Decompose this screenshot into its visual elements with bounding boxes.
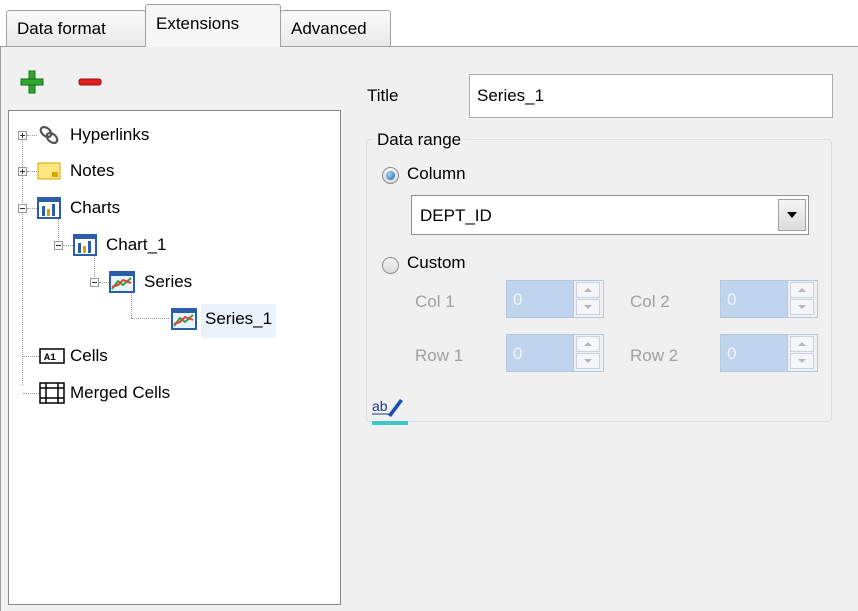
column-select-value: DEPT_ID xyxy=(420,206,492,225)
plus-icon[interactable] xyxy=(19,69,45,95)
custom-radio-label[interactable]: Custom xyxy=(407,253,466,273)
tab-extensions-label: Extensions xyxy=(156,14,240,33)
tab-data-format-label: Data format xyxy=(17,19,106,38)
spin-down-icon[interactable] xyxy=(790,353,814,369)
hyperlink-icon xyxy=(39,125,59,145)
title-label: Title xyxy=(367,86,399,105)
row1-spin-buttons xyxy=(573,335,603,371)
tree-item-label: Merged Cells xyxy=(70,383,171,402)
tree-item-series[interactable]: Series xyxy=(9,267,339,297)
series-properties-panel: Title Data range Column DEPT_ID Custom C… xyxy=(345,47,858,611)
note-icon xyxy=(37,162,61,180)
extensions-tree[interactable]: Hyperlinks Notes Charts Chart_1 Series S… xyxy=(8,110,341,605)
chart-icon xyxy=(73,234,97,256)
spin-down-icon[interactable] xyxy=(790,299,814,315)
tree-item-cells[interactable]: A1 Cells xyxy=(9,341,339,371)
row2-spin-buttons xyxy=(787,335,817,371)
chevron-down-icon[interactable] xyxy=(778,199,806,231)
expand-icon[interactable] xyxy=(18,167,27,176)
row2-value: 0 xyxy=(727,344,737,363)
column-radio-label[interactable]: Column xyxy=(407,164,466,184)
tab-extensions[interactable]: Extensions xyxy=(145,4,281,47)
col1-spinner[interactable]: 0 xyxy=(506,280,604,318)
column-radio[interactable] xyxy=(382,167,399,184)
series-icon xyxy=(109,271,135,293)
tree-item-label: Series xyxy=(144,272,193,291)
spin-up-icon[interactable] xyxy=(576,282,600,298)
spin-down-icon[interactable] xyxy=(576,299,600,315)
data-range-legend: Data range xyxy=(373,130,466,150)
spin-up-icon[interactable] xyxy=(790,282,814,298)
spin-up-icon[interactable] xyxy=(790,336,814,352)
tab-advanced-label: Advanced xyxy=(291,19,367,38)
title-input[interactable] xyxy=(469,74,833,118)
tree-item-hyperlinks[interactable]: Hyperlinks xyxy=(9,120,339,150)
expand-icon[interactable] xyxy=(18,131,27,140)
custom-radio[interactable] xyxy=(382,257,399,274)
extensions-list-panel: Hyperlinks Notes Charts Chart_1 Series S… xyxy=(0,47,345,611)
col2-spinner[interactable]: 0 xyxy=(720,280,818,318)
row1-label: Row 1 xyxy=(415,346,464,365)
tree-item-label: Cells xyxy=(70,346,108,365)
tree-item-notes[interactable]: Notes xyxy=(9,156,339,186)
col2-label: Col 2 xyxy=(630,292,670,311)
svg-text:ab: ab xyxy=(372,398,388,414)
row1-value: 0 xyxy=(513,344,523,363)
tree-item-label: Notes xyxy=(70,161,115,180)
series-icon xyxy=(171,308,197,330)
col1-label: Col 1 xyxy=(415,292,455,311)
tree-item-merged-cells[interactable]: Merged Cells xyxy=(9,378,339,408)
tree-item-charts[interactable]: Charts xyxy=(9,193,339,223)
row1-spinner[interactable]: 0 xyxy=(506,334,604,372)
tree-item-label: Charts xyxy=(70,198,121,217)
cell-icon: A1 xyxy=(39,348,65,364)
tree-item-label: Series_1 xyxy=(201,304,277,338)
collapse-icon[interactable] xyxy=(18,204,27,213)
row2-spinner[interactable]: 0 xyxy=(720,334,818,372)
tree-item-label: Hyperlinks xyxy=(70,125,150,144)
spin-down-icon[interactable] xyxy=(576,353,600,369)
col2-spin-buttons xyxy=(787,281,817,317)
tab-advanced[interactable]: Advanced xyxy=(280,10,391,46)
chart-icon xyxy=(37,197,61,219)
collapse-icon[interactable] xyxy=(90,278,99,287)
tab-strip: Data format Extensions Advanced xyxy=(0,0,858,47)
row2-label: Row 2 xyxy=(630,346,679,365)
minus-icon[interactable] xyxy=(77,69,103,95)
spin-up-icon[interactable] xyxy=(576,336,600,352)
tree-item-chart-1[interactable]: Chart_1 xyxy=(9,230,339,260)
tree-item-series-1[interactable]: Series_1 xyxy=(9,304,339,338)
column-select[interactable]: DEPT_ID xyxy=(411,195,809,235)
col1-value: 0 xyxy=(513,290,523,309)
font-format-icon[interactable]: ab xyxy=(370,393,410,427)
col1-spin-buttons xyxy=(573,281,603,317)
col2-value: 0 xyxy=(727,290,737,309)
svg-text:A1: A1 xyxy=(44,353,56,364)
collapse-icon[interactable] xyxy=(54,241,63,250)
merged-cells-icon xyxy=(39,382,65,404)
tree-item-label: Chart_1 xyxy=(106,235,167,254)
tab-data-format[interactable]: Data format xyxy=(6,10,146,46)
